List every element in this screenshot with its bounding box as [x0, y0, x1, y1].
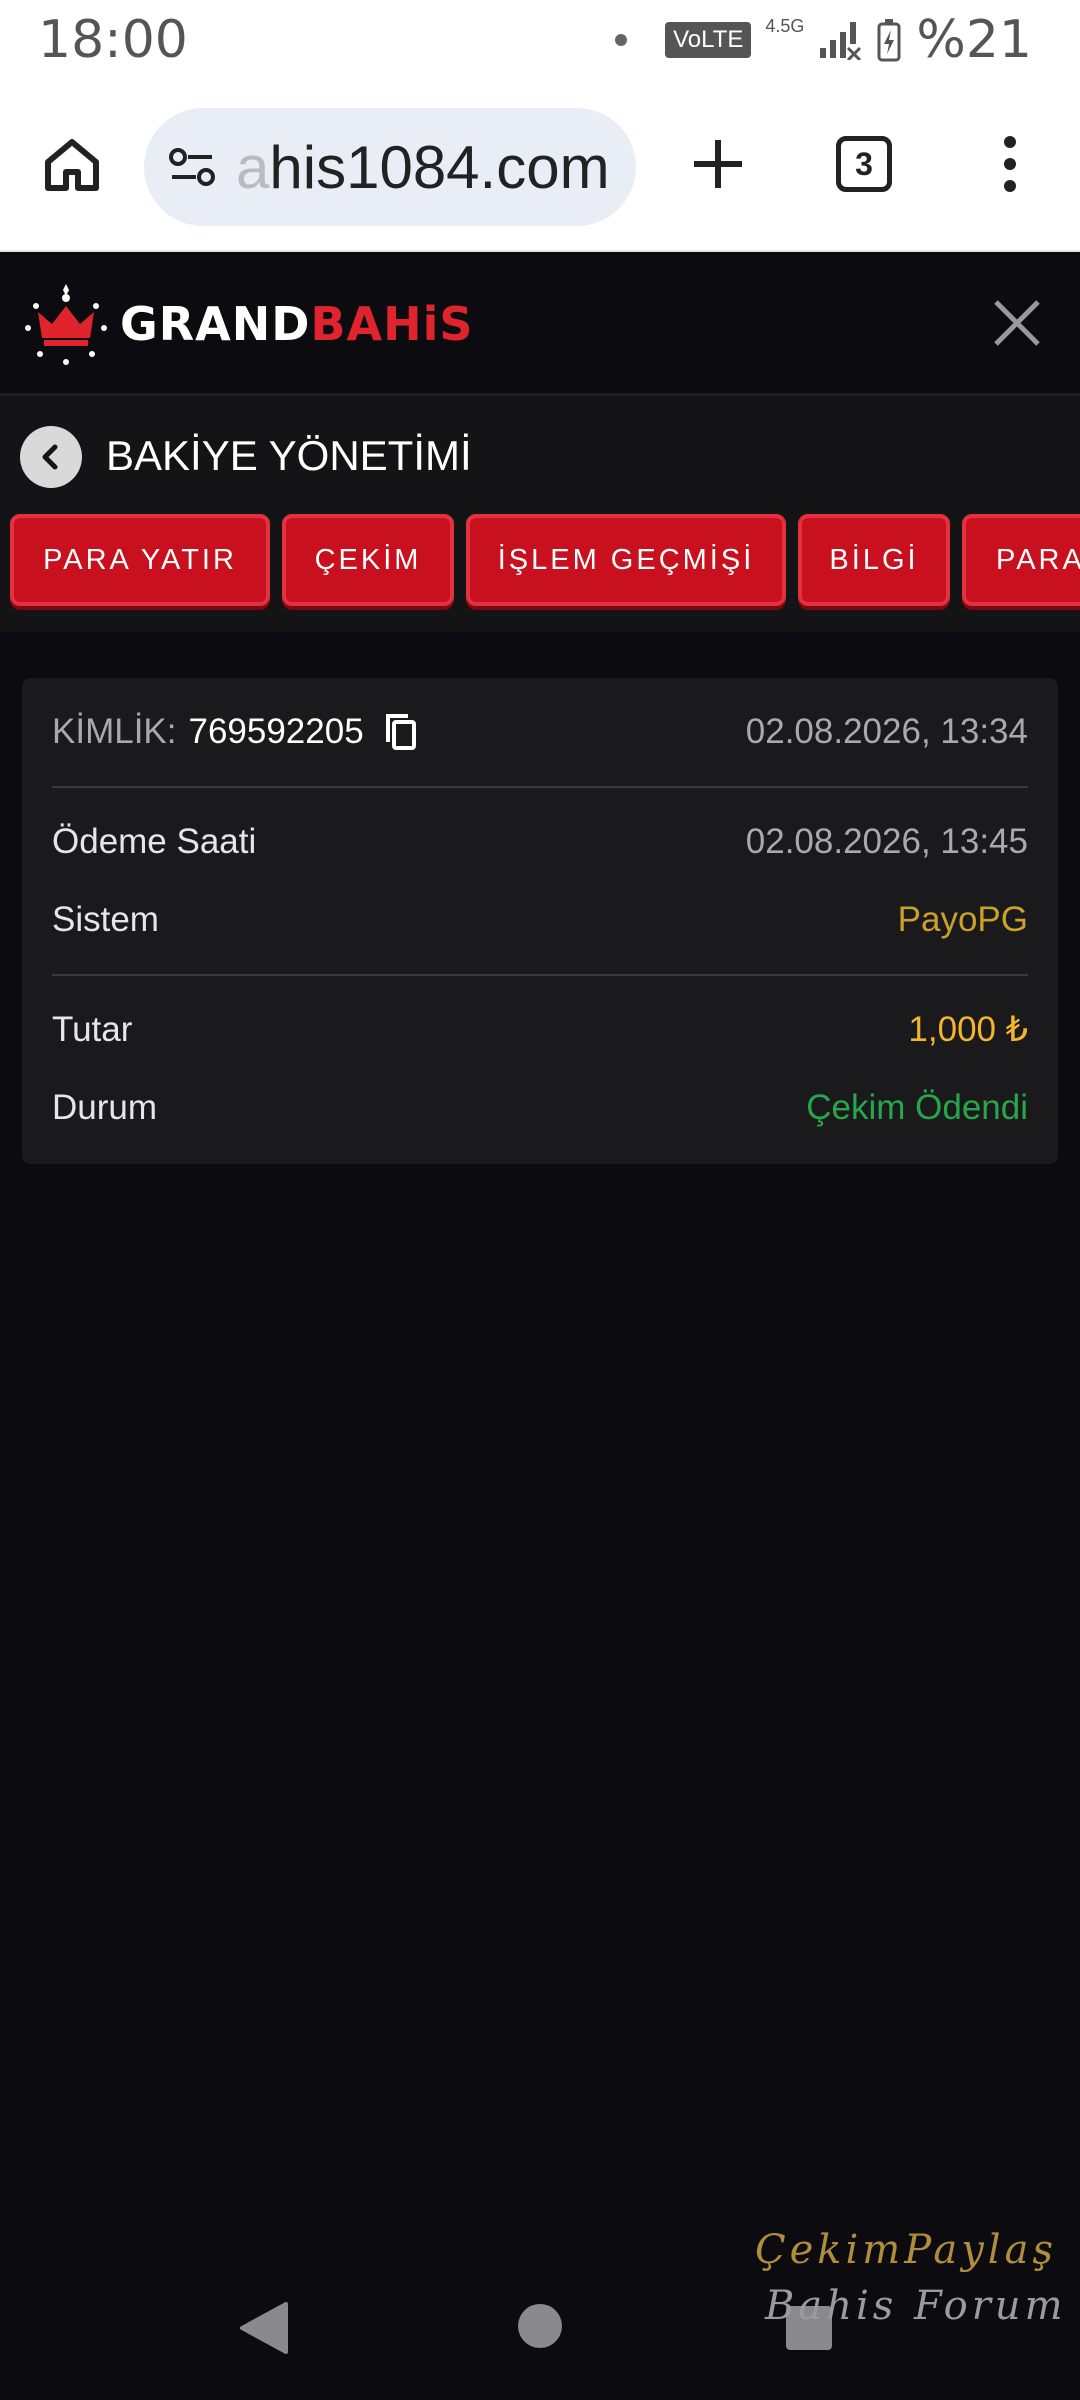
grandbahis-logo[interactable]: GRANDBAHiS: [18, 276, 474, 372]
site-header: GRANDBAHiS: [0, 252, 1080, 396]
system-label: Sistem: [52, 900, 159, 939]
browser-toolbar: ahis1084.com 3: [0, 80, 1080, 252]
tab-withdraw[interactable]: ÇEKİM: [282, 514, 454, 606]
copy-icon[interactable]: [382, 712, 418, 752]
tab-para-partial[interactable]: PARA: [962, 514, 1080, 606]
address-bar[interactable]: ahis1084.com: [144, 108, 636, 226]
payment-time-row: Ödeme Saati 02.08.2026, 13:45: [52, 816, 1028, 868]
page-title: BAKİYE YÖNETİMİ: [106, 432, 472, 479]
logo-grand: GRAND: [120, 297, 311, 351]
watermark-line-1: ÇekimPaylaş: [755, 2227, 1057, 2273]
status-label: Durum: [52, 1088, 158, 1127]
url-text: ahis1084.com: [236, 133, 610, 202]
system-value: PayoPG: [897, 900, 1028, 939]
url-domain: his1084.com: [269, 133, 610, 201]
amount-label: Tutar: [52, 1010, 133, 1049]
status-indicators: VoLTE 4.5G %21: [615, 10, 1032, 70]
new-tab-icon[interactable]: [686, 132, 750, 196]
network-type: 4.5G: [765, 16, 805, 36]
transaction-id-row: KİMLİK: 769592205 02.08.2026, 13:34: [52, 706, 1028, 758]
watermark: ÇekimPaylaş Bahis Forum: [755, 2222, 1067, 2334]
logo-wordmark: GRANDBAHiS: [120, 297, 474, 351]
balance-tabs: PARA YATIR ÇEKİM İŞLEM GEÇMİŞİ BİLGİ PAR…: [10, 514, 1080, 606]
battery-percentage: %21: [916, 10, 1032, 70]
tab-info[interactable]: BİLGİ: [798, 514, 950, 606]
url-faded-prefix: a: [236, 133, 270, 201]
nav-home-icon[interactable]: [518, 2304, 562, 2348]
transaction-id: KİMLİK: 769592205: [52, 712, 418, 752]
amount-value: 1,000 ₺: [908, 1010, 1028, 1049]
system-row: Sistem PayoPG: [52, 894, 1028, 946]
amount-row: Tutar 1,000 ₺: [52, 1004, 1028, 1056]
status-bar: 18:00 VoLTE 4.5G %21: [0, 0, 1080, 80]
logo-bahis: BAHiS: [310, 297, 474, 351]
volte-badge: VoLTE: [665, 22, 752, 58]
divider: [52, 786, 1028, 788]
tab-transaction-history[interactable]: İŞLEM GEÇMİŞİ: [466, 514, 786, 606]
status-value: Çekim Ödendi: [806, 1088, 1028, 1127]
divider: [52, 974, 1028, 976]
payment-time-label: Ödeme Saati: [52, 822, 257, 861]
more-menu-icon[interactable]: [990, 132, 1030, 196]
chevron-left-icon: [42, 444, 58, 470]
balance-management-header: BAKİYE YÖNETİMİ PARA YATIR ÇEKİM İŞLEM G…: [0, 396, 1080, 632]
back-button[interactable]: [20, 426, 82, 488]
payment-time-value: 02.08.2026, 13:45: [745, 822, 1028, 861]
id-label: KİMLİK:: [52, 712, 177, 751]
signal-icon: [820, 22, 862, 60]
status-row: Durum Çekim Ödendi: [52, 1082, 1028, 1134]
status-time: 18:00: [38, 10, 188, 70]
home-icon[interactable]: [40, 132, 104, 196]
tab-deposit[interactable]: PARA YATIR: [10, 514, 270, 606]
notification-dot-icon: [615, 34, 628, 46]
battery-charging-icon: [877, 19, 901, 62]
crown-logo-icon: [25, 284, 107, 365]
close-icon[interactable]: [990, 296, 1044, 350]
id-value: 769592205: [188, 712, 364, 751]
site-settings-icon[interactable]: [164, 139, 220, 195]
transaction-card: KİMLİK: 769592205 02.08.2026, 13:34 Ödem…: [22, 678, 1058, 1164]
watermark-line-2: Bahis Forum: [765, 2283, 1067, 2329]
created-date: 02.08.2026, 13:34: [745, 712, 1028, 751]
nav-back-icon[interactable]: [238, 2300, 290, 2356]
tab-switcher-button[interactable]: 3: [836, 136, 892, 192]
